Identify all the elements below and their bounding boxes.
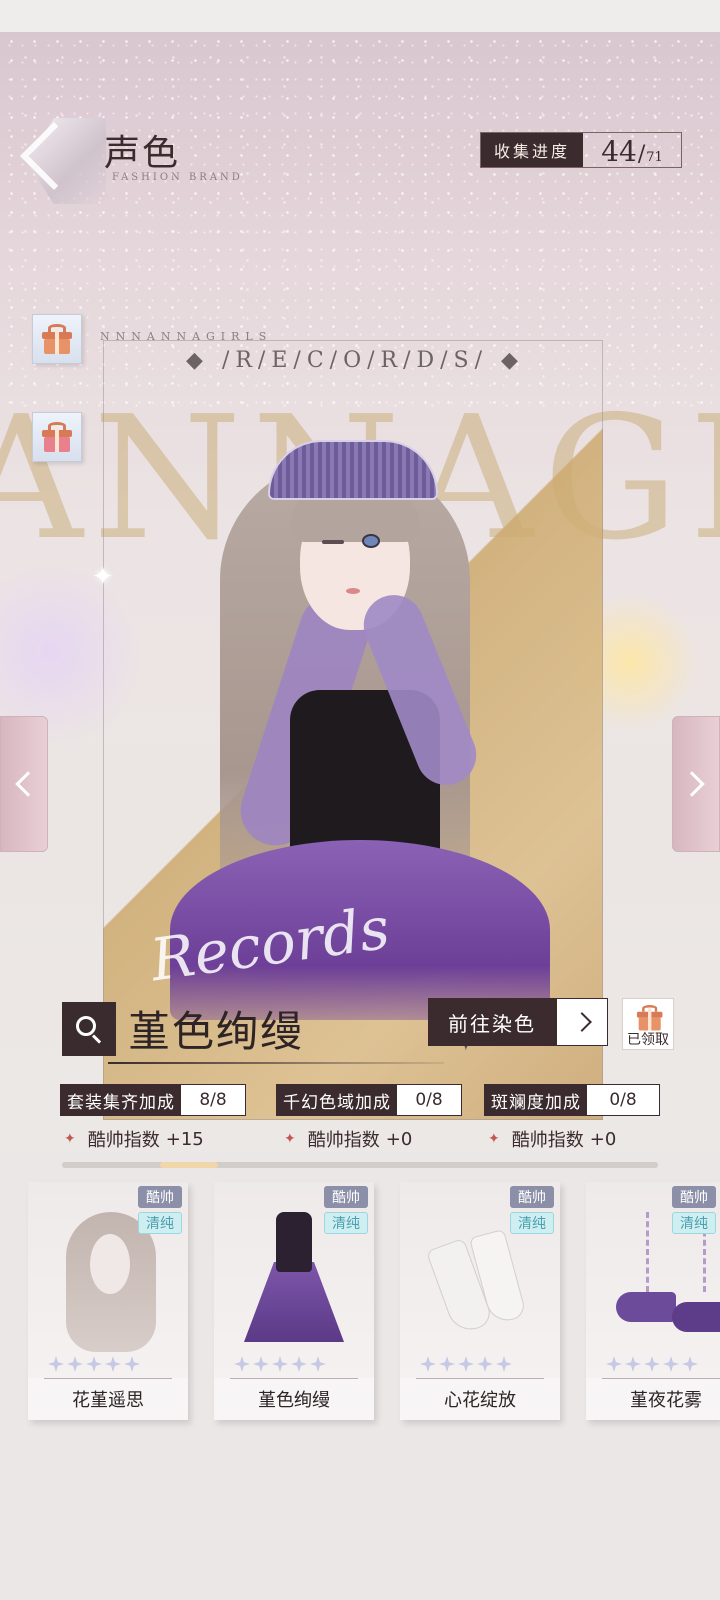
character-lips [346, 588, 360, 594]
card-divider [602, 1378, 720, 1379]
item-name: 心花绽放 [444, 1390, 516, 1411]
style-tag-cool: 酷帅 [672, 1186, 716, 1208]
bonus-stat-value: +0 [385, 1128, 413, 1150]
gift-palette-icon [42, 422, 72, 452]
rarity-stars [420, 1356, 512, 1372]
gift-icon [42, 324, 72, 354]
sparkle-bullet-icon: ✦ [488, 1131, 500, 1147]
gift-button[interactable] [32, 314, 82, 364]
bonus-stat-name: 酷帅指数 [87, 1130, 160, 1151]
status-strip [0, 0, 720, 32]
style-tag-pure: 清纯 [510, 1212, 554, 1234]
page-subtitle: FASHION BRAND [112, 172, 243, 183]
bonus-stat-value: +15 [165, 1128, 204, 1150]
card-divider [230, 1378, 358, 1379]
style-tag-cool: 酷帅 [138, 1186, 182, 1208]
bonus-stat-value: +0 [589, 1128, 617, 1150]
item-card[interactable]: 酷帅 清纯 堇夜花雾 [586, 1182, 720, 1420]
bonus-stat: ✦ 酷帅指数 +0 [488, 1126, 616, 1152]
progress-total: 71 [646, 150, 663, 165]
rarity-stars [234, 1356, 326, 1372]
bonus-value: 0/8 [397, 1085, 461, 1115]
sparkle-bullet-icon: ✦ [284, 1131, 296, 1147]
style-tag-pure: 清纯 [672, 1212, 716, 1234]
style-tag-cool: 酷帅 [324, 1186, 368, 1208]
claimed-reward-button[interactable]: 已领取 [622, 998, 674, 1050]
bonus-color-domain: 千幻色域加成 0/8 [276, 1084, 462, 1116]
bottom-empty-area [0, 1430, 720, 1600]
records-mini-text: NNNANNAGIRLS [100, 330, 273, 343]
bonus-stat-name: 酷帅指数 [307, 1130, 380, 1151]
item-name: 堇夜花雾 [630, 1390, 702, 1411]
item-card[interactable]: 酷帅 清纯 花堇遥思 [28, 1182, 188, 1420]
item-name: 花堇遥思 [72, 1390, 144, 1411]
bonus-label: 千幻色域加成 [277, 1085, 397, 1115]
bonus-stat: ✦ 酷帅指数 +0 [284, 1126, 412, 1152]
page-title: 声色 [104, 133, 181, 174]
bonus-label: 套装集齐加成 [61, 1085, 181, 1115]
style-tag-pure: 清纯 [138, 1212, 182, 1234]
items-scrollbar[interactable] [62, 1162, 658, 1168]
go-dye-label: 前往染色 [428, 998, 556, 1046]
inspect-button[interactable] [62, 1002, 116, 1056]
chevron-right-icon [679, 771, 705, 797]
progress-value: 44 / 71 [583, 133, 681, 168]
character-eye-open [362, 534, 380, 548]
bonus-stat-name: 酷帅指数 [511, 1130, 584, 1151]
card-divider [416, 1378, 544, 1379]
item-card[interactable]: 酷帅 清纯 心花绽放 [400, 1182, 560, 1420]
bonus-vibrancy: 斑斓度加成 0/8 [484, 1084, 660, 1116]
bonus-value: 8/8 [181, 1085, 245, 1115]
style-tag-pure: 清纯 [324, 1212, 368, 1234]
item-name: 堇色绚缦 [258, 1390, 330, 1411]
rarity-stars [48, 1356, 140, 1372]
gift-icon [636, 1004, 663, 1031]
records-title: ◆ /R/E/C/O/R/D/S/ ◆ [186, 348, 524, 373]
style-tag-cool: 酷帅 [510, 1186, 554, 1208]
next-outfit-button[interactable] [672, 716, 720, 852]
bonus-value: 0/8 [587, 1085, 659, 1115]
character-headpiece [268, 440, 438, 500]
gift-palette-button[interactable] [32, 412, 82, 462]
rarity-stars [606, 1356, 698, 1372]
item-card[interactable]: 酷帅 清纯 堇色绚缦 [214, 1182, 374, 1420]
claimed-label: 已领取 [627, 1032, 669, 1048]
chevron-right-icon [572, 1012, 592, 1032]
outfit-name-underline [108, 1062, 444, 1064]
character-eye-wink [322, 540, 344, 544]
chevron-left-icon [15, 771, 41, 797]
progress-current: 44 [601, 135, 637, 168]
go-arrow [556, 998, 608, 1046]
bonus-label: 斑斓度加成 [485, 1085, 587, 1115]
sparkle-icon: ✦ [92, 562, 114, 592]
magnifier-icon [74, 1014, 104, 1044]
progress-slash: / [637, 142, 646, 167]
previous-outfit-button[interactable] [0, 716, 48, 852]
progress-label: 收集进度 [481, 133, 583, 167]
sparkle-bullet-icon: ✦ [64, 1131, 76, 1147]
collection-progress: 收集进度 44 / 71 [480, 132, 682, 168]
card-divider [44, 1378, 172, 1379]
items-scroll-thumb[interactable] [160, 1162, 218, 1168]
go-dye-button[interactable]: 前往染色 [428, 998, 608, 1046]
bonus-set-complete: 套装集齐加成 8/8 [60, 1084, 246, 1116]
bonus-stat: ✦ 酷帅指数 +15 [64, 1126, 204, 1152]
outfit-name: 堇色绚缦 [128, 1007, 305, 1056]
